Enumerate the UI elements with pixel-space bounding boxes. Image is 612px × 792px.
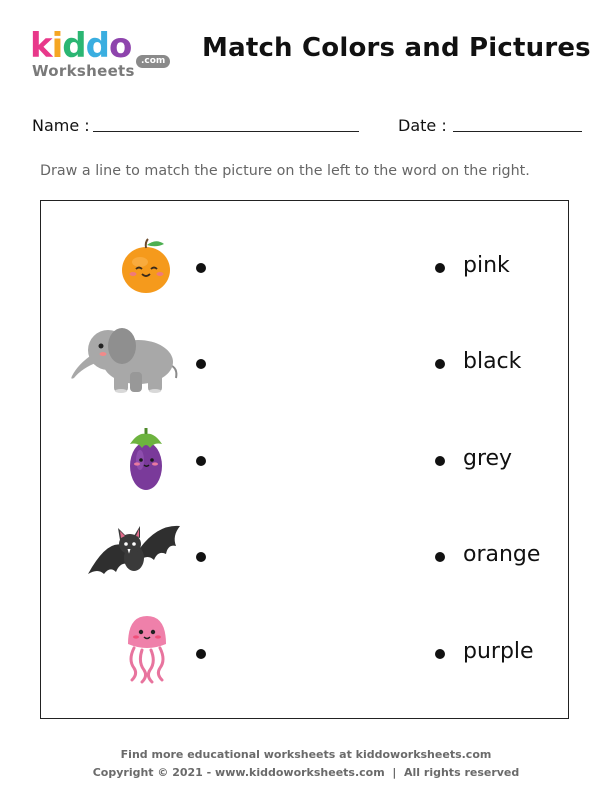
logo-subtitle: Worksheets bbox=[32, 62, 135, 80]
left-match-dot[interactable] bbox=[196, 649, 206, 659]
bat-icon bbox=[88, 525, 180, 574]
instructions-text: Draw a line to match the picture on the … bbox=[40, 163, 530, 179]
footer-line-1: Find more educational worksheets at kidd… bbox=[120, 748, 492, 761]
logo-letter: k bbox=[30, 26, 53, 66]
left-match-dot[interactable] bbox=[196, 263, 206, 273]
logo-letter: o bbox=[108, 26, 132, 66]
logo-letter: d bbox=[62, 26, 86, 66]
logo-letter: d bbox=[85, 26, 110, 66]
right-match-dot[interactable] bbox=[435, 359, 445, 369]
page-title: Match Colors and Pictures bbox=[202, 33, 591, 63]
right-match-dot[interactable] bbox=[435, 552, 445, 562]
brand-logo: kiddo Worksheets .com bbox=[28, 26, 178, 82]
logo-com-badge: .com bbox=[136, 55, 171, 68]
name-field[interactable] bbox=[93, 131, 359, 132]
right-match-dot[interactable] bbox=[435, 456, 445, 466]
footer-line-2: Copyright © 2021 - www.kiddoworksheets.c… bbox=[92, 766, 520, 779]
elephant-icon bbox=[71, 328, 178, 393]
left-match-dot[interactable] bbox=[196, 456, 206, 466]
color-word: pink bbox=[463, 253, 510, 278]
right-match-dot[interactable] bbox=[435, 649, 445, 659]
left-match-dot[interactable] bbox=[196, 359, 206, 369]
name-label: Name : bbox=[32, 116, 90, 135]
logo-letter: i bbox=[51, 26, 64, 66]
date-label: Date : bbox=[398, 116, 447, 135]
color-word: purple bbox=[463, 639, 534, 664]
date-field[interactable] bbox=[453, 131, 582, 132]
color-word: black bbox=[463, 349, 522, 374]
color-word: grey bbox=[463, 446, 513, 471]
jellyfish-icon bbox=[128, 616, 166, 684]
right-match-dot[interactable] bbox=[435, 263, 445, 273]
eggplant-icon bbox=[130, 428, 162, 490]
color-word: orange bbox=[463, 542, 541, 567]
orange-icon bbox=[122, 238, 170, 293]
logo-wordmark: kiddo bbox=[30, 26, 132, 66]
left-match-dot[interactable] bbox=[196, 552, 206, 562]
